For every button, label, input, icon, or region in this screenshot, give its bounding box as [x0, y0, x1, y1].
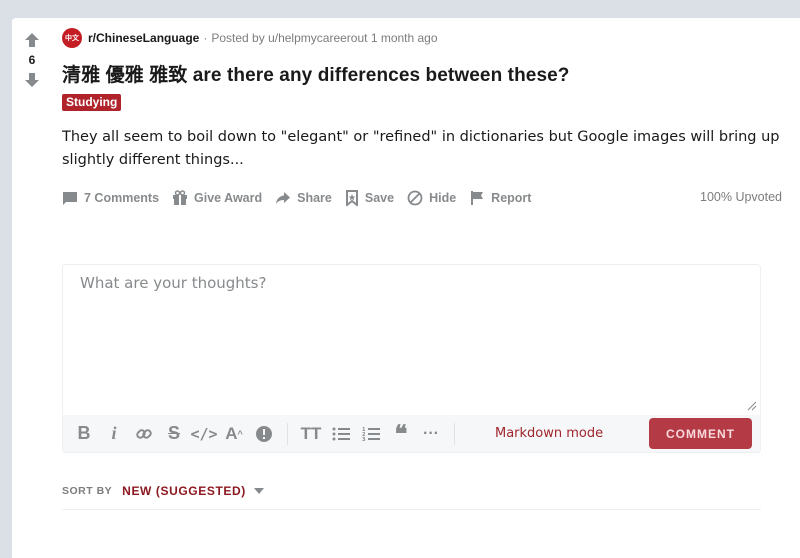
share-button[interactable]: Share — [275, 190, 332, 206]
downvote-icon[interactable] — [22, 70, 42, 90]
heading-icon[interactable]: TT — [296, 419, 326, 449]
strikethrough-icon[interactable]: S — [159, 419, 189, 449]
report-button[interactable]: Report — [469, 190, 531, 206]
sort-value: NEW (SUGGESTED) — [122, 484, 246, 498]
meta-separator: · — [203, 31, 208, 45]
inline-code-icon[interactable]: </> — [189, 419, 219, 449]
resize-handle-icon[interactable] — [747, 401, 757, 411]
toolbar-divider — [287, 422, 288, 445]
post-meta: 中文 r/ChineseLanguage · Posted by u/helpm… — [62, 28, 438, 48]
give-award-button[interactable]: Give Award — [172, 190, 262, 206]
gift-icon — [173, 190, 188, 205]
svg-text:3: 3 — [362, 437, 366, 442]
post-flair[interactable]: Studying — [62, 94, 122, 111]
author-link[interactable]: u/helpmycareerout — [268, 31, 367, 45]
post-card: 6 中文 r/ChineseLanguage · Posted by u/hel… — [12, 18, 800, 558]
save-label: Save — [364, 191, 395, 205]
vote-column: 6 — [22, 30, 42, 90]
bulleted-list-icon[interactable] — [326, 419, 356, 449]
hide-button[interactable]: Hide — [407, 190, 456, 206]
posted-by-text: Posted by u/helpmycareerout 1 month ago — [211, 31, 437, 45]
italic-icon[interactable]: i — [99, 419, 129, 449]
superscript-icon[interactable]: A ^ — [219, 419, 249, 449]
markdown-mode-toggle[interactable]: Markdown mode — [495, 426, 603, 441]
numbered-list-icon[interactable]: 123 — [356, 419, 386, 449]
vote-count: 6 — [28, 53, 36, 67]
save-button[interactable]: Save — [345, 190, 394, 206]
upvote-ratio: 100% Upvoted — [700, 190, 783, 204]
post-timestamp[interactable]: 1 month ago — [371, 31, 438, 45]
subreddit-icon-text: 中文 — [65, 33, 79, 42]
comments-label: 7 Comments — [84, 191, 160, 205]
comment-icon — [63, 192, 77, 205]
quote-icon[interactable]: ❝ — [386, 419, 416, 449]
bookmark-icon — [345, 190, 358, 206]
hide-icon — [407, 190, 423, 206]
share-label: Share — [297, 191, 332, 205]
comment-editor: B i S </> A^ TT 123 ❝ ··· Markdown mode … — [62, 264, 761, 453]
post-body: They all seem to boil down to "elegant" … — [62, 129, 780, 168]
sort-control: SORT BY NEW (SUGGESTED) — [62, 484, 264, 498]
comments-button[interactable]: 7 Comments — [62, 190, 159, 206]
link-icon[interactable] — [129, 419, 159, 449]
more-icon[interactable]: ··· — [416, 419, 446, 449]
give-award-label: Give Award — [194, 191, 263, 205]
upvote-icon[interactable] — [22, 30, 42, 50]
comments-divider — [62, 509, 761, 510]
posted-by-label: Posted by — [211, 31, 265, 45]
share-icon — [276, 192, 291, 204]
comment-input[interactable] — [63, 265, 760, 415]
subreddit-link[interactable]: r/ChineseLanguage — [88, 31, 199, 45]
sort-dropdown[interactable]: NEW (SUGGESTED) — [122, 484, 264, 498]
hide-label: Hide — [429, 191, 457, 205]
editor-toolbar: B i S </> A ^ TT 123 ❝ ··· Markdown mode … — [63, 415, 760, 452]
sort-label: SORT BY — [62, 485, 113, 497]
post-title[interactable]: 清雅 優雅 雅致 are there any differences betwe… — [62, 60, 570, 87]
report-label: Report — [491, 191, 532, 205]
post-actions: 7 Comments Give Award Share Save Hide Re… — [62, 186, 544, 210]
spoiler-icon[interactable] — [249, 419, 279, 449]
toolbar-divider — [454, 422, 455, 445]
caret-down-icon — [253, 488, 264, 494]
bold-icon[interactable]: B — [69, 419, 99, 449]
flag-icon — [471, 191, 484, 205]
comment-submit-button[interactable]: COMMENT — [649, 418, 752, 449]
subreddit-icon[interactable]: 中文 — [62, 28, 82, 48]
